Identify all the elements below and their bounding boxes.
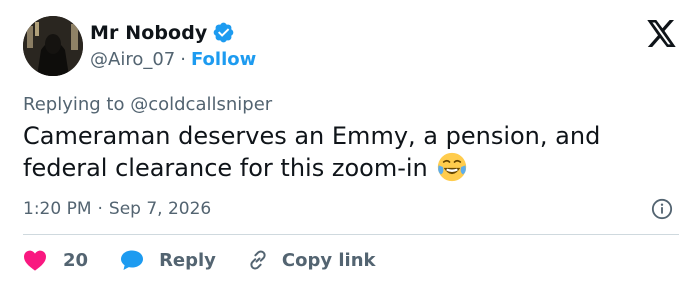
author-display-name[interactable]: Mr Nobody (90, 22, 207, 44)
tweet-date: Sep 7, 2026 (108, 199, 212, 219)
divider (23, 234, 679, 235)
author-name-row: Mr Nobody (90, 21, 235, 44)
tweet-card: Mr Nobody @Airo_07 · Follow Replying to … (0, 0, 700, 287)
reply-label: Reply (159, 249, 216, 271)
like-button[interactable]: 20 (23, 249, 88, 271)
like-count: 20 (63, 249, 89, 271)
separator-dot: · (97, 199, 103, 219)
action-bar: 20 Reply Copy link (23, 246, 376, 274)
tweet-timestamp[interactable]: 1:20 PM · Sep 7, 2026 (23, 199, 211, 219)
avatar[interactable] (23, 16, 83, 76)
face-with-tears-of-joy-icon (437, 152, 467, 182)
author-handle-row: @Airo_07 · Follow (90, 49, 256, 70)
replying-to: Replying to @coldcallsniper (23, 94, 272, 115)
link-icon (250, 250, 266, 270)
x-logo-icon[interactable] (647, 20, 677, 47)
separator-dot: · (180, 49, 186, 70)
tweet-body: Cameraman deserves an Emmy, a pension, a… (23, 122, 601, 182)
copy-link-button[interactable]: Copy link (246, 248, 376, 272)
info-icon[interactable] (651, 198, 673, 220)
follow-button[interactable]: Follow (191, 49, 256, 70)
author-handle[interactable]: @Airo_07 (90, 49, 175, 70)
tweet-time: 1:20 PM (23, 199, 92, 219)
reply-button[interactable]: Reply (120, 249, 216, 271)
copy-link-label: Copy link (281, 249, 376, 271)
replying-prefix: Replying to (23, 94, 125, 115)
tweet-text: Cameraman deserves an Emmy, a pension, a… (23, 121, 663, 184)
reply-bubble-icon (121, 250, 144, 270)
replying-target-handle[interactable]: @coldcallsniper (130, 94, 272, 115)
heart-icon (24, 250, 46, 271)
verified-badge-icon (212, 21, 235, 44)
